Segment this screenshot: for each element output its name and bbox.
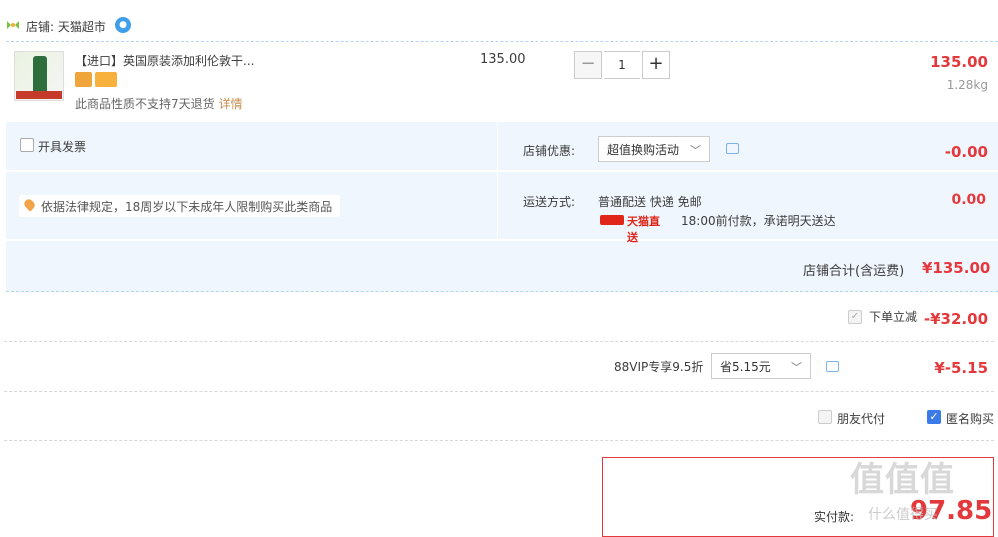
shipping-method: 普通配送 快递 免邮 <box>598 195 702 209</box>
promo-select[interactable]: 超值换购活动 ﹀ <box>598 136 710 162</box>
decrease-quantity-button[interactable]: − <box>574 51 602 79</box>
tmall-direct-logo: 天猫直送 <box>600 213 670 244</box>
invoice-checkbox[interactable] <box>20 138 34 152</box>
shop-discount-label: 店铺优惠: <box>523 144 576 158</box>
item-subtotal: 135.00 <box>930 53 988 71</box>
divider <box>6 239 998 241</box>
instant-discount-checkbox: ✓ <box>848 310 862 324</box>
return-policy-details-link[interactable]: 详情 <box>219 97 243 111</box>
divider <box>4 391 994 392</box>
friend-pay-checkbox[interactable] <box>818 410 832 424</box>
divider <box>4 440 994 441</box>
divider <box>6 170 998 172</box>
return-policy-note: 此商品性质不支持7天退货 详情 <box>75 95 243 112</box>
anonymous-purchase-label[interactable]: 匿名购买 <box>946 410 994 427</box>
service-tag-icon <box>75 72 92 87</box>
vip-discount-amount: ¥-5.15 <box>934 359 988 377</box>
quantity-input[interactable]: 1 <box>604 51 640 79</box>
product-image[interactable] <box>14 51 64 101</box>
anonymous-purchase-checkbox[interactable]: ✓ <box>927 410 941 424</box>
shipping-fee: 0.00 <box>951 192 986 208</box>
instant-discount-amount: -¥32.00 <box>923 310 988 328</box>
instant-discount-label: 下单立减 <box>869 310 918 324</box>
product-title[interactable]: 【进口】英国原装添加利伦敦干... <box>75 52 254 69</box>
promo-select-value: 超值换购活动 <box>607 142 680 157</box>
item-weight: 1.28kg <box>946 78 988 92</box>
shop-total-value: ¥135.00 <box>922 259 991 277</box>
divider <box>4 341 994 342</box>
watermark: 值值值 <box>850 460 955 500</box>
shop-name[interactable]: 店铺: 天猫超市 <box>26 18 106 35</box>
pay-amount-label: 实付款: <box>814 510 855 524</box>
shipping-label: 运送方式: <box>523 195 576 209</box>
shop-total-label: 店铺合计(含运费) <box>803 264 905 279</box>
chevron-down-icon: ﹀ <box>791 361 802 374</box>
vip-discount-label: 88VIP专享9.5折 <box>614 360 704 374</box>
friend-pay-label[interactable]: 朋友代付 <box>837 410 885 427</box>
vip-discount-select[interactable]: 省5.15元 ﹀ <box>711 353 811 379</box>
divider <box>497 122 498 240</box>
tmall-direct-label: 天猫直送 <box>627 215 660 244</box>
unit-price: 135.00 <box>480 52 526 67</box>
chat-badge-icon[interactable]: ● <box>115 17 131 33</box>
card-tag-icon <box>95 72 117 87</box>
chat-icon[interactable] <box>826 361 839 372</box>
watermark-subtitle: 什么值得买 <box>868 507 938 523</box>
age-restriction-notice: 依据法律规定，18周岁以下未成年人限制购买此类商品 <box>19 195 341 217</box>
shipping-promise: 18:00前付款，承诺明天送达 <box>681 214 836 228</box>
chat-icon[interactable] <box>726 143 739 154</box>
invoice-label[interactable]: 开具发票 <box>38 138 86 155</box>
shop-icon <box>6 19 20 31</box>
return-policy-text: 此商品性质不支持7天退货 <box>75 97 215 111</box>
increase-quantity-button[interactable]: + <box>642 51 670 79</box>
quantity-stepper: − 1 + <box>574 51 670 79</box>
shop-discount-amount: -0.00 <box>944 143 988 161</box>
chevron-down-icon: ﹀ <box>690 144 701 157</box>
vip-select-value: 省5.15元 <box>720 359 771 374</box>
